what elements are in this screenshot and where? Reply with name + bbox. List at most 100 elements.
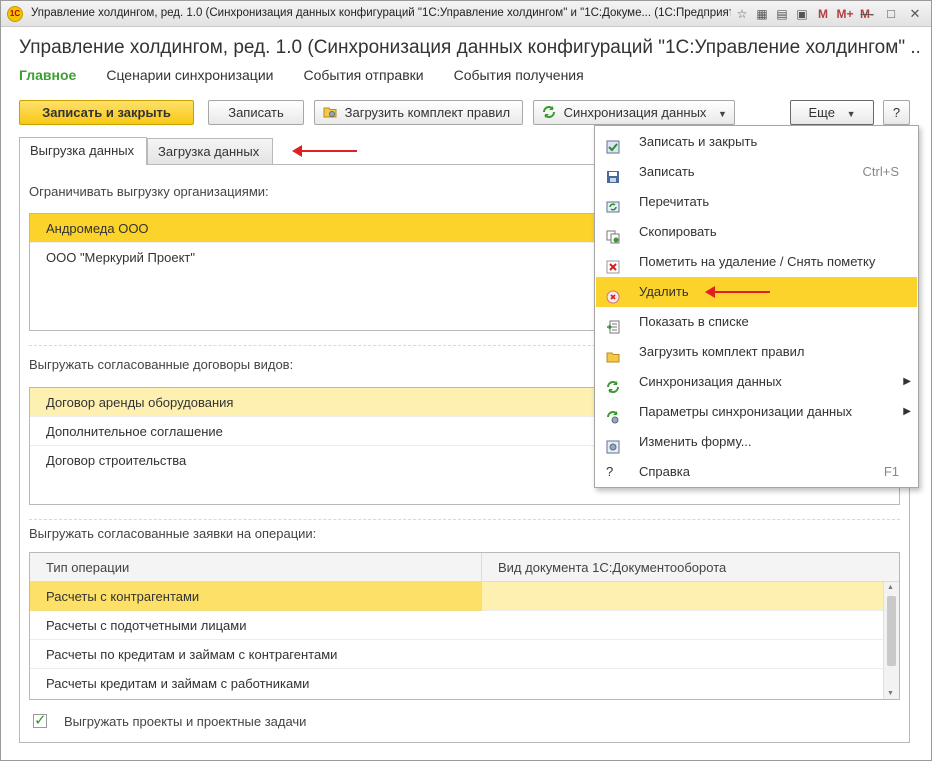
menu-item-label: Справка — [639, 464, 690, 479]
scroll-thumb[interactable] — [887, 596, 896, 666]
chevron-down-icon: ▼ — [718, 109, 727, 119]
calculator-icon[interactable]: ▦ — [753, 5, 771, 23]
save-close-label: Записать и закрыть — [42, 105, 171, 120]
sync-label: Синхронизация данных — [563, 105, 707, 120]
sync-button[interactable]: Синхронизация данных ▼ — [533, 100, 735, 125]
tab-import[interactable]: Загрузка данных — [147, 138, 273, 165]
copy-icon — [606, 225, 620, 244]
help-label: ? — [892, 105, 901, 120]
form-nav: Главное Сценарии синхронизации События о… — [19, 67, 584, 83]
menu-item-load-rules[interactable]: Загрузить комплект правил — [596, 337, 917, 367]
menu-item-label: Пометить на удаление / Снять пометку — [639, 254, 876, 269]
sync-icon — [542, 103, 556, 118]
table-row[interactable]: Расчеты кредитам и займам с работниками — [30, 669, 883, 698]
menu-item-mark-delete[interactable]: Пометить на удаление / Снять пометку — [596, 247, 917, 277]
nav-sync-scenarios[interactable]: Сценарии синхронизации — [106, 67, 273, 83]
mark-delete-icon — [606, 255, 620, 274]
tab-export[interactable]: Выгрузка данных — [19, 137, 147, 165]
checkmark-icon: ✓ — [34, 712, 47, 729]
vertical-scrollbar[interactable]: ▲ ▼ — [883, 582, 899, 699]
menu-item-sync[interactable]: Синхронизация данных ▶ — [596, 367, 917, 397]
floppy-icon — [606, 165, 620, 183]
menu-item-show-in-list[interactable]: Показать в списке — [596, 307, 917, 337]
star-icon[interactable]: ☆ — [733, 5, 751, 23]
gear-icon — [606, 435, 620, 454]
menu-item-sync-params[interactable]: Параметры синхронизации данных ▶ — [596, 397, 917, 427]
scroll-down-icon[interactable]: ▼ — [887, 690, 894, 697]
load-rules-label: Загрузить комплект правил — [344, 105, 511, 120]
nav-send-events[interactable]: События отправки — [303, 67, 423, 83]
nav-receive-events[interactable]: События получения — [454, 67, 584, 83]
section-orgs-label: Ограничивать выгрузку организациями: — [29, 184, 269, 199]
tab-import-label: Загрузка данных — [158, 144, 260, 159]
annotation-arrow-delete — [705, 286, 770, 298]
reread-icon — [606, 195, 620, 213]
menu-item-label: Скопировать — [639, 224, 717, 239]
save-button[interactable]: Записать — [208, 100, 304, 125]
menu-item-label: Записать и закрыть — [639, 134, 758, 149]
form-title: Управление холдингом, ред. 1.0 (Синхрони… — [19, 37, 919, 58]
menu-item-label: Показать в списке — [639, 314, 749, 329]
section-contracts-label: Выгружать согласованные договоры видов: — [29, 357, 294, 372]
folder-icon — [606, 345, 620, 363]
load-rules-button[interactable]: Загрузить комплект правил — [314, 100, 523, 125]
menu-item-label: Параметры синхронизации данных — [639, 404, 853, 419]
scroll-up-icon[interactable]: ▲ — [887, 584, 894, 591]
table-cell: Расчеты с контрагентами — [46, 589, 200, 604]
nav-main[interactable]: Главное — [19, 67, 76, 83]
export-projects-checkbox[interactable]: ✓ — [33, 712, 47, 729]
chevron-down-icon: ▼ — [846, 109, 856, 119]
save-file-icon[interactable]: ▣ — [793, 5, 811, 23]
more-menu: Записать и закрыть Записать Ctrl+S Переч… — [594, 125, 919, 488]
menu-item-change-form[interactable]: Изменить форму... — [596, 427, 917, 457]
chevron-right-icon: ▶ — [903, 376, 911, 387]
menu-item-label: Изменить форму... — [639, 434, 752, 449]
section-requests-label: Выгружать согласованные заявки на операц… — [29, 526, 317, 541]
maximize-icon[interactable]: □ — [881, 5, 901, 23]
menu-item-shortcut: F1 — [883, 464, 899, 479]
memory-m-plus-button[interactable]: M+ — [835, 5, 855, 23]
table-row[interactable]: Расчеты по кредитам и займам с контраген… — [30, 640, 883, 669]
help-icon: ? — [606, 464, 614, 479]
divider — [29, 519, 900, 520]
column-header-doc-type[interactable]: Вид документа 1С:Документооборота — [482, 553, 726, 582]
save-close-icon — [606, 135, 620, 154]
1c-logo-icon[interactable]: 1С — [7, 6, 23, 22]
help-button[interactable]: ? — [883, 100, 910, 125]
menu-item-save-close[interactable]: Записать и закрыть — [596, 127, 917, 157]
menu-item-label: Синхронизация данных — [639, 374, 782, 389]
folder-gear-icon — [323, 103, 337, 118]
window-title: Управление холдингом, ред. 1.0 (Синхрони… — [31, 7, 731, 19]
menu-item-label: Записать — [639, 164, 695, 179]
memory-m-button[interactable]: M — [813, 5, 833, 23]
export-projects-label: Выгружать проекты и проектные задачи — [64, 714, 307, 729]
sync-icon — [606, 375, 620, 393]
table-row[interactable]: Расчеты с подотчетными лицами — [30, 611, 883, 640]
menu-item-label: Перечитать — [639, 194, 710, 209]
menu-item-shortcut: Ctrl+S — [862, 164, 899, 179]
menu-item-label: Удалить — [639, 284, 689, 299]
title-bar: 1С Управление холдингом, ред. 1.0 (Синхр… — [1, 1, 931, 27]
app-window: 1С Управление холдингом, ред. 1.0 (Синхр… — [0, 0, 932, 761]
calendar-icon[interactable]: ▤ — [773, 5, 791, 23]
more-button[interactable]: Еще ▼ — [790, 100, 874, 125]
close-icon[interactable]: ✕ — [905, 5, 925, 23]
minimize-icon[interactable]: — — [857, 5, 877, 23]
menu-item-reread[interactable]: Перечитать — [596, 187, 917, 217]
chevron-right-icon: ▶ — [903, 406, 911, 417]
menu-item-copy[interactable]: Скопировать — [596, 217, 917, 247]
requests-table[interactable]: Тип операции Вид документа 1С:Документоо… — [29, 552, 900, 700]
menu-item-label: Загрузить комплект правил — [639, 344, 805, 359]
save-label: Записать — [228, 105, 284, 120]
annotation-arrow-tab — [292, 145, 357, 157]
delete-icon — [606, 285, 620, 304]
save-close-button[interactable]: Записать и закрыть — [19, 100, 194, 125]
show-list-icon — [606, 315, 620, 334]
column-header-operation[interactable]: Тип операции — [30, 553, 482, 582]
menu-item-save[interactable]: Записать Ctrl+S — [596, 157, 917, 187]
table-row[interactable]: Расчеты с контрагентами — [30, 582, 883, 611]
sync-params-icon — [606, 405, 620, 424]
menu-item-help[interactable]: ? Справка F1 — [596, 457, 917, 487]
table-header: Тип операции Вид документа 1С:Документоо… — [30, 553, 899, 582]
titlebar-tools: ☆ ▦ ▤ ▣ M M+ M- — [733, 5, 877, 23]
